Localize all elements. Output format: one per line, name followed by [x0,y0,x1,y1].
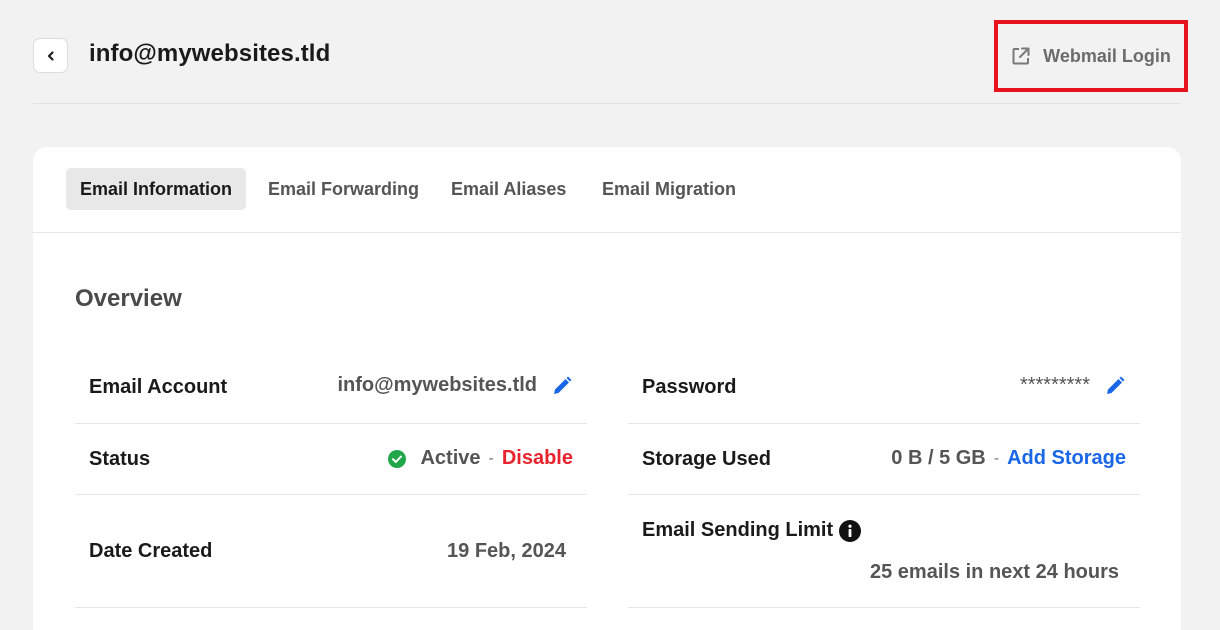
storage-value: 0 B / 5 GB [891,447,986,469]
email-account-value-group: info@mywebsites.tld [337,374,573,397]
external-link-icon [1012,47,1030,65]
disable-link[interactable]: Disable [502,447,573,470]
sending-limit-label-group: Email Sending Limit [642,519,862,542]
back-button[interactable] [33,38,68,73]
password-row: Password ********* [628,352,1140,424]
password-value-group: ********* [1020,374,1126,397]
email-account-value: info@mywebsites.tld [337,374,537,396]
date-created-label: Date Created [89,540,213,562]
email-account-label: Email Account [89,376,228,398]
password-label: Password [642,376,737,398]
tab-email-migration[interactable]: Email Migration [588,168,750,210]
status-row: Status Active - Disable [75,424,587,495]
date-created-row: Date Created 19 Feb, 2024 [75,495,587,608]
status-label: Status [89,448,151,470]
storage-label: Storage Used [642,448,771,470]
status-value: Active [420,447,481,469]
sending-limit-label: Email Sending Limit [642,519,834,541]
password-value: ********* [1019,374,1090,396]
page-header: info@mywebsites.tld Webmail Login [33,18,1188,104]
status-separator: - [488,449,494,467]
section-title: Overview [75,285,182,312]
edit-password-pencil-icon[interactable] [1104,375,1126,397]
tab-email-forwarding[interactable]: Email Forwarding [254,168,433,210]
storage-separator: - [993,449,1000,467]
tab-email-aliases[interactable]: Email Aliases [437,168,580,210]
webmail-login-label: Webmail Login [1043,45,1171,66]
date-created-value: 19 Feb, 2024 [447,540,566,562]
email-account-row: Email Account info@mywebsites.tld [75,352,587,424]
info-icon[interactable] [839,519,862,542]
storage-row: Storage Used 0 B / 5 GB - Add Storage [628,424,1140,495]
email-details-card: Email Information Email Forwarding Email… [33,147,1181,630]
sending-limit-row: Email Sending Limit 25 emails in next 24… [628,495,1140,608]
tab-email-information[interactable]: Email Information [66,168,247,210]
chevron-left-icon [47,50,54,61]
page-title: info@mywebsites.tld [89,40,331,67]
webmail-login-button[interactable]: Webmail Login [994,20,1188,92]
storage-value-group: 0 B / 5 GB - Add Storage [891,447,1126,470]
sending-limit-value: 25 emails in next 24 hours [870,561,1119,583]
add-storage-link[interactable]: Add Storage [1007,447,1126,470]
edit-email-pencil-icon[interactable] [551,375,573,397]
status-value-group: Active - Disable [388,447,573,470]
check-circle-icon [388,449,407,468]
tab-bar: Email Information Email Forwarding Email… [33,147,1181,233]
